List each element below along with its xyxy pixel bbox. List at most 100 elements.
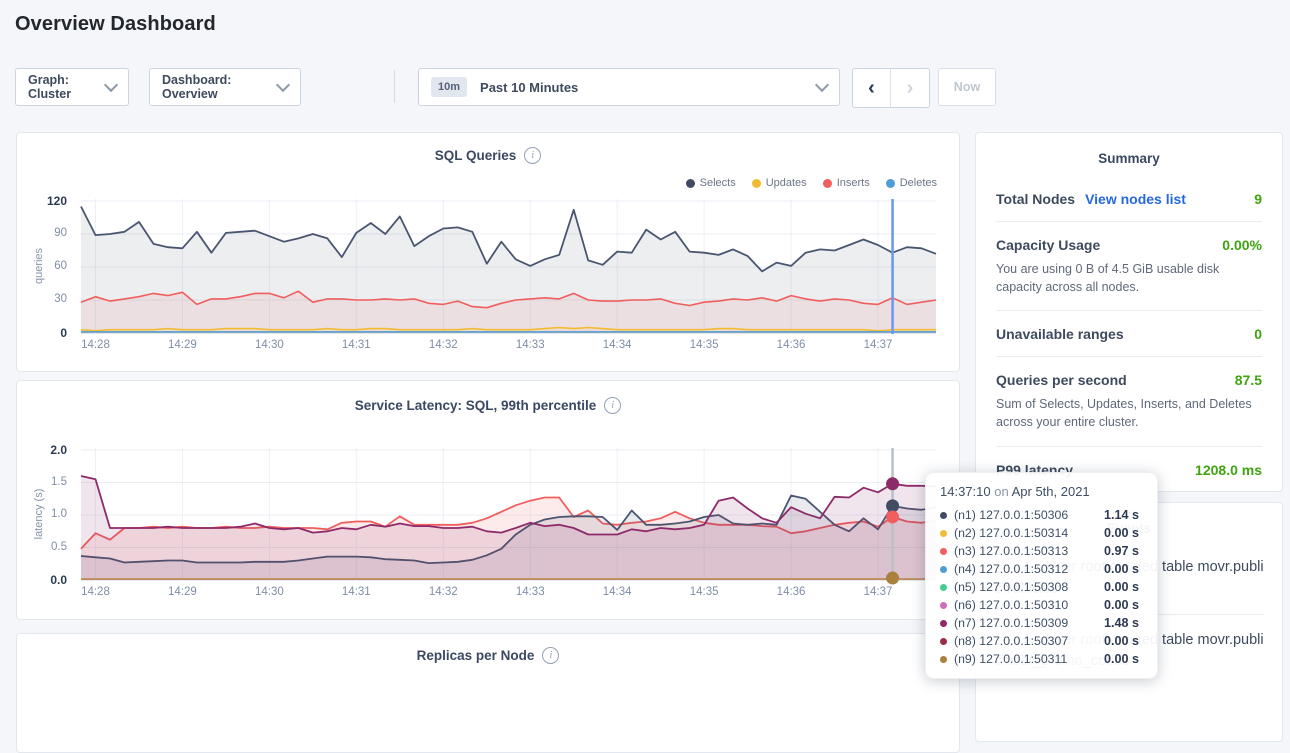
chart-title: Replicas per Node — [417, 648, 535, 663]
tooltip-row: (n5) 127.0.0.1:503080.00 s — [940, 578, 1143, 596]
node-address: (n4) 127.0.0.1:50312 — [954, 562, 1104, 576]
x-tick-label: 14:29 — [152, 339, 212, 351]
x-tick-label: 14:34 — [587, 586, 647, 598]
legend-item-selects[interactable]: Selects — [686, 177, 736, 189]
tooltip-row: (n6) 127.0.0.1:503100.00 s — [940, 596, 1143, 614]
x-tick-label: 14:28 — [65, 586, 125, 598]
capacity-desc: You are using 0 B of 4.5 GiB usable disk… — [996, 260, 1262, 296]
page-title: Overview Dashboard — [15, 13, 216, 36]
y-tick-label: 2.0 — [50, 443, 67, 457]
legend-dot — [886, 179, 895, 188]
y-tick-label: 0.0 — [50, 573, 67, 587]
total-nodes-value: 9 — [1254, 191, 1262, 207]
legend-label: Deletes — [900, 177, 937, 189]
chart-title: Service Latency: SQL, 99th percentile — [355, 398, 597, 413]
tooltip-timestamp: 14:37:10 on Apr 5th, 2021 — [940, 484, 1143, 499]
node-address: (n8) 127.0.0.1:50307 — [954, 634, 1104, 648]
tooltip-row: (n2) 127.0.0.1:503140.00 s — [940, 524, 1143, 542]
node-color-dot — [940, 512, 947, 519]
now-button-label: Now — [954, 80, 980, 94]
x-axis-ticks: 14:2814:2914:3014:3114:3214:3314:3414:35… — [81, 339, 936, 355]
tooltip-row: (n1) 127.0.0.1:503061.14 s — [940, 506, 1143, 524]
x-tick-label: 14:31 — [326, 586, 386, 598]
info-icon[interactable]: i — [524, 147, 541, 164]
legend-item-inserts[interactable]: Inserts — [823, 177, 870, 189]
y-axis-ticks: 2.01.51.00.50.0 — [17, 448, 75, 581]
summary-row-total-nodes: Total Nodes View nodes list 9 — [996, 176, 1262, 221]
capacity-label: Capacity Usage — [996, 237, 1100, 253]
tooltip-row: (n3) 127.0.0.1:503130.97 s — [940, 542, 1143, 560]
node-latency-value: 1.14 s — [1104, 508, 1143, 522]
service-latency-plot[interactable] — [81, 448, 936, 581]
dashboard-dropdown[interactable]: Dashboard: Overview — [149, 68, 301, 106]
legend-item-deletes[interactable]: Deletes — [886, 177, 937, 189]
summary-row-capacity: Capacity Usage 0.00% You are using 0 B o… — [996, 221, 1262, 310]
legend-dot — [752, 179, 761, 188]
node-color-dot — [940, 620, 947, 627]
tooltip-row: (n4) 127.0.0.1:503120.00 s — [940, 560, 1143, 578]
node-color-dot — [940, 584, 947, 591]
node-color-dot — [940, 566, 947, 573]
x-tick-label: 14:31 — [326, 339, 386, 351]
view-nodes-list-link[interactable]: View nodes list — [1085, 191, 1186, 207]
chart-title: SQL Queries — [435, 148, 517, 163]
unavailable-ranges-label: Unavailable ranges — [996, 326, 1124, 342]
x-tick-label: 14:37 — [848, 339, 908, 351]
legend-label: Selects — [700, 177, 736, 189]
time-range-dropdown[interactable]: 10m Past 10 Minutes — [418, 68, 840, 106]
node-latency-value: 0.00 s — [1104, 562, 1143, 576]
x-tick-label: 14:36 — [761, 339, 821, 351]
legend-dot — [686, 179, 695, 188]
time-next-button[interactable]: › — [891, 69, 929, 107]
unavailable-ranges-value: 0 — [1254, 326, 1262, 342]
node-address: (n7) 127.0.0.1:50309 — [954, 616, 1104, 630]
info-icon[interactable]: i — [542, 647, 559, 664]
y-tick-label: 1.5 — [51, 476, 67, 488]
time-prev-button[interactable]: ‹ — [853, 69, 891, 107]
y-tick-label: 120 — [47, 194, 67, 208]
legend-label: Inserts — [837, 177, 870, 189]
node-color-dot — [940, 602, 947, 609]
node-latency-value: 0.00 s — [1104, 652, 1143, 666]
info-icon[interactable]: i — [604, 397, 621, 414]
graph-dropdown[interactable]: Graph: Cluster — [15, 68, 129, 106]
node-address: (n3) 127.0.0.1:50313 — [954, 544, 1104, 558]
x-tick-label: 14:32 — [413, 586, 473, 598]
time-step-buttons: ‹ › — [852, 68, 930, 108]
header-divider — [394, 70, 395, 103]
node-address: (n5) 127.0.0.1:50308 — [954, 580, 1104, 594]
qps-label: Queries per second — [996, 372, 1127, 388]
legend-label: Updates — [766, 177, 807, 189]
graph-dropdown-label: Graph: Cluster — [28, 73, 106, 101]
node-color-dot — [940, 656, 947, 663]
legend-item-updates[interactable]: Updates — [752, 177, 807, 189]
x-tick-label: 14:37 — [848, 586, 908, 598]
now-button[interactable]: Now — [938, 68, 996, 106]
y-tick-label: 90 — [54, 227, 67, 239]
x-tick-label: 14:35 — [674, 339, 734, 351]
capacity-value: 0.00% — [1222, 237, 1262, 253]
x-tick-label: 14:33 — [500, 339, 560, 351]
y-tick-label: 30 — [54, 293, 67, 305]
service-latency-card: Service Latency: SQL, 99th percentile i … — [16, 380, 960, 620]
sql-queries-card: SQL Queries i Selects Updates Inserts Delet… — [16, 132, 960, 372]
node-latency-value: 0.00 s — [1104, 634, 1143, 648]
x-tick-label: 14:35 — [674, 586, 734, 598]
dashboard-dropdown-label: Dashboard: Overview — [162, 73, 278, 101]
sql-queries-plot[interactable] — [81, 199, 936, 334]
replicas-per-node-card: Replicas per Node i — [16, 633, 960, 753]
x-tick-label: 14:28 — [65, 339, 125, 351]
time-range-label: Past 10 Minutes — [480, 80, 578, 95]
node-address: (n9) 127.0.0.1:50311 — [954, 652, 1104, 666]
chart-hover-tooltip: 14:37:10 on Apr 5th, 2021 (n1) 127.0.0.1… — [925, 472, 1158, 679]
legend-dot — [823, 179, 832, 188]
x-tick-label: 14:30 — [239, 586, 299, 598]
chevron-down-icon — [815, 78, 829, 92]
chevron-down-icon — [276, 78, 290, 92]
node-address: (n1) 127.0.0.1:50306 — [954, 508, 1104, 522]
summary-heading: Summary — [976, 133, 1282, 166]
x-tick-label: 14:29 — [152, 586, 212, 598]
qps-value: 87.5 — [1235, 372, 1262, 388]
x-tick-label: 14:36 — [761, 586, 821, 598]
y-axis-ticks: 1209060300 — [17, 199, 75, 334]
